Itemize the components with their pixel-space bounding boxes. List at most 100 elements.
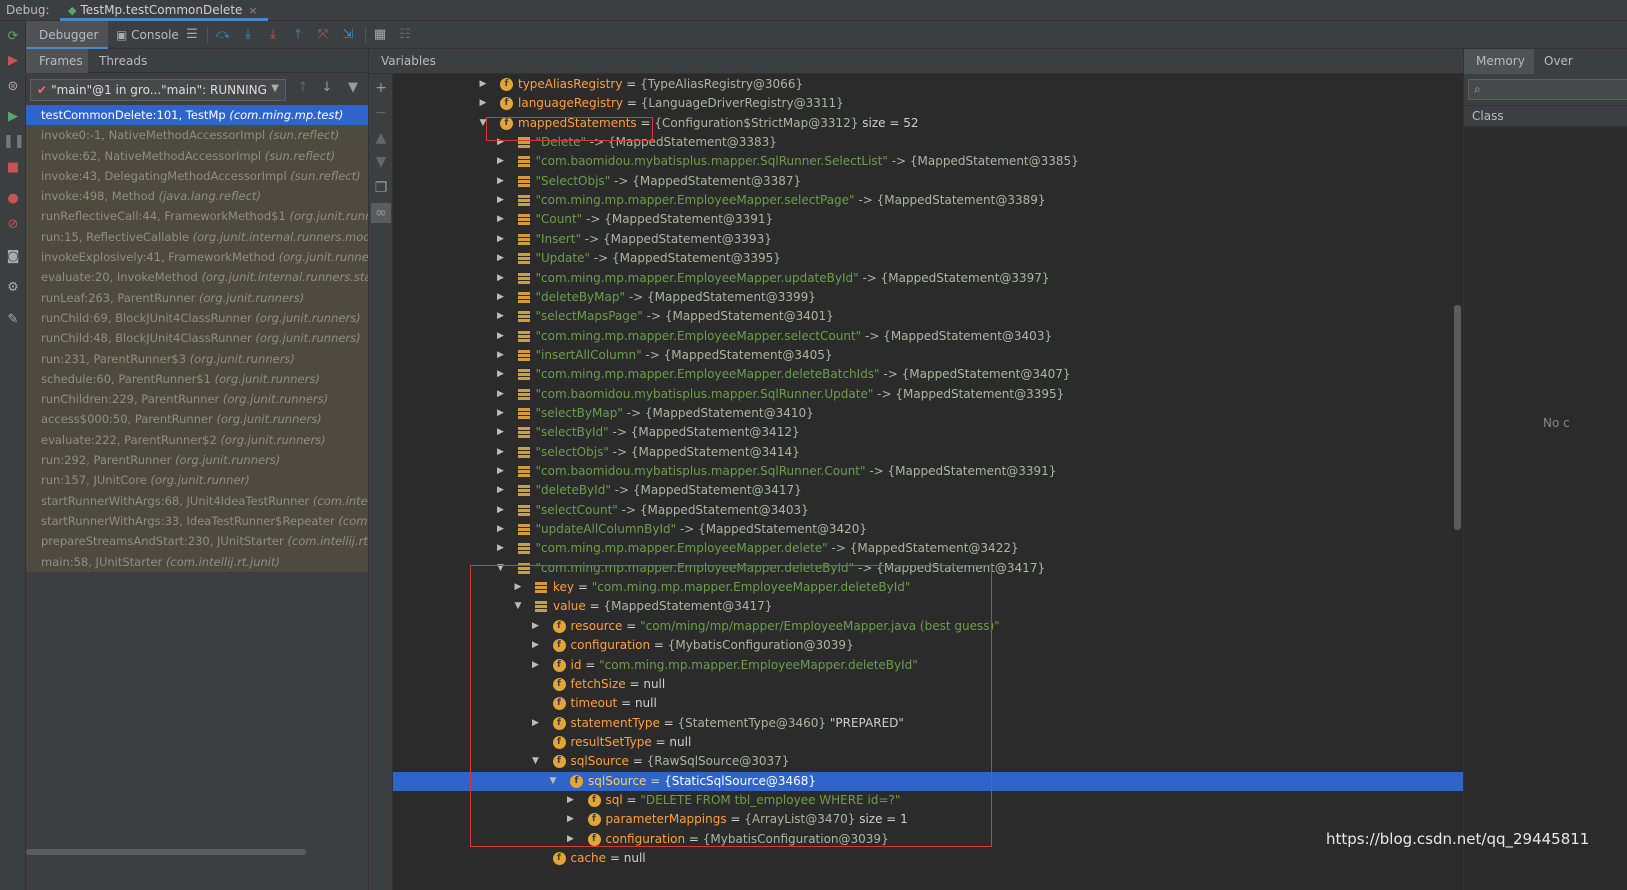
step-into-icon[interactable]: ⤓ bbox=[239, 26, 257, 44]
variable-row[interactable]: ▶ f languageRegistry = {LanguageDriverRegi… bbox=[393, 94, 1463, 113]
drop-frame-icon[interactable]: ⤧ bbox=[314, 26, 332, 44]
variable-row[interactable]: ▶ "com.baomidou.mybatisplus.mapper.SqlRun… bbox=[393, 462, 1463, 481]
arrow-up-icon[interactable]: ↑ bbox=[294, 80, 312, 100]
tab-memory[interactable]: Memory bbox=[1464, 49, 1534, 74]
close-icon[interactable]: × bbox=[248, 4, 257, 17]
run-to-cursor-icon[interactable]: ⇲ bbox=[339, 26, 357, 44]
variable-row[interactable]: ▶ "com.baomidou.mybatisplus.mapper.SqlRun… bbox=[393, 385, 1463, 404]
tab-console[interactable]: ▣ Console bbox=[112, 21, 188, 49]
variable-row[interactable]: ▶ "Update" -> {MappedStatement@3395} bbox=[393, 249, 1463, 268]
variable-row[interactable]: ▶ "deleteByMap" -> {MappedStatement@3399} bbox=[393, 288, 1463, 307]
collapsed-arrow-icon[interactable]: ▶ bbox=[496, 385, 506, 404]
collapsed-arrow-icon[interactable]: ▶ bbox=[496, 230, 506, 249]
collapsed-arrow-icon[interactable]: ▶ bbox=[496, 539, 506, 558]
stack-frame[interactable]: run:231, ParentRunner$3 (org.junit.runne… bbox=[26, 348, 368, 369]
collapsed-arrow-icon[interactable]: ▶ bbox=[496, 172, 506, 191]
stack-frame[interactable]: evaluate:20, InvokeMethod (org.junit.int… bbox=[26, 267, 368, 288]
rerun-failed-icon[interactable]: ▶ bbox=[3, 51, 23, 71]
tab-frames[interactable]: Frames bbox=[26, 49, 88, 73]
add-watch-icon[interactable]: + bbox=[371, 78, 391, 98]
variable-row[interactable]: ▶ "com.ming.mp.mapper.EmployeeMapper.sele… bbox=[393, 327, 1463, 346]
mute-breakpoints-icon[interactable]: ⊘ bbox=[3, 215, 23, 235]
stack-frame[interactable]: runChild:69, BlockJUnit4ClassRunner (org… bbox=[26, 307, 368, 329]
step-over-icon[interactable]: ⤼ bbox=[214, 26, 232, 44]
stack-frame[interactable]: schedule:60, ParentRunner$1 (org.junit.r… bbox=[26, 368, 368, 390]
settings-icon[interactable]: ⚙ bbox=[3, 278, 23, 298]
variable-row[interactable]: ▶ f typeAliasRegistry = {TypeAliasRegistry… bbox=[393, 75, 1463, 94]
variable-row[interactable]: ▶ "selectById" -> {MappedStatement@3412} bbox=[393, 423, 1463, 442]
tab-threads[interactable]: Threads bbox=[92, 49, 152, 73]
collapsed-arrow-icon[interactable]: ▶ bbox=[496, 307, 506, 326]
stack-frame[interactable]: testCommonDelete:101, TestMp (com.ming.m… bbox=[26, 105, 368, 126]
view-breakpoints-icon[interactable]: ● bbox=[3, 189, 23, 209]
variable-row[interactable]: ▶ "com.baomidou.mybatisplus.mapper.SqlRun… bbox=[393, 152, 1463, 171]
variable-row[interactable]: ▶ "selectMapsPage" -> {MappedStatement@34… bbox=[393, 307, 1463, 326]
collapsed-arrow-icon[interactable]: ▶ bbox=[496, 462, 506, 481]
tab-overhead[interactable]: Over bbox=[1538, 49, 1627, 74]
stack-frame[interactable]: invokeExplosively:41, FrameworkMethod (o… bbox=[26, 247, 368, 268]
stack-frame[interactable]: invoke:43, DelegatingMethodAccessorImpl … bbox=[26, 165, 368, 187]
stop-icon[interactable]: ■ bbox=[3, 158, 23, 178]
stack-frame[interactable]: runLeaf:263, ParentRunner (org.junit.run… bbox=[26, 287, 368, 308]
collapsed-arrow-icon[interactable]: ▶ bbox=[496, 191, 506, 210]
collapsed-arrow-icon[interactable]: ▶ bbox=[478, 94, 488, 113]
collapsed-arrow-icon[interactable]: ▶ bbox=[496, 327, 506, 346]
class-search-input[interactable]: ⌕ bbox=[1468, 79, 1627, 100]
collapsed-arrow-icon[interactable]: ▶ bbox=[496, 249, 506, 268]
collapsed-arrow-icon[interactable]: ▶ bbox=[496, 443, 506, 462]
collapsed-arrow-icon[interactable]: ▶ bbox=[496, 520, 506, 539]
stack-frame[interactable]: run:15, ReflectiveCallable (org.junit.in… bbox=[26, 226, 368, 248]
variable-row[interactable]: ▶ "selectObjs" -> {MappedStatement@3414} bbox=[393, 443, 1463, 462]
stack-frame[interactable]: evaluate:222, ParentRunner$2 (org.junit.… bbox=[26, 429, 368, 451]
trace-icon[interactable]: ☷ bbox=[396, 26, 414, 44]
tab-debugger[interactable]: Debugger bbox=[26, 21, 108, 49]
variable-row[interactable]: ▶ "com.ming.mp.mapper.EmployeeMapper.upda… bbox=[393, 269, 1463, 288]
rerun-icon[interactable]: ⟳ bbox=[3, 27, 23, 47]
force-step-into-icon[interactable]: ⤓ bbox=[264, 26, 282, 44]
variable-row[interactable]: ▶ "insertAllColumn" -> {MappedStatement@3… bbox=[393, 346, 1463, 365]
horizontal-scrollbar[interactable] bbox=[26, 849, 306, 855]
collapsed-arrow-icon[interactable]: ▶ bbox=[496, 404, 506, 423]
variable-row[interactable]: ▶ "com.ming.mp.mapper.EmployeeMapper.dele… bbox=[393, 365, 1463, 384]
camera-icon[interactable]: ◙ bbox=[3, 247, 23, 267]
stack-frame[interactable]: prepareStreamsAndStart:230, JUnitStarter… bbox=[26, 531, 368, 552]
stack-frame[interactable]: startRunnerWithArgs:33, IdeaTestRunner$R… bbox=[26, 510, 368, 532]
variable-row[interactable]: ▶ "com.ming.mp.mapper.EmployeeMapper.sele… bbox=[393, 191, 1463, 210]
collapsed-arrow-icon[interactable]: ▶ bbox=[496, 501, 506, 520]
menu-icon[interactable]: ☰ bbox=[183, 26, 201, 44]
move-up-icon[interactable]: ▲ bbox=[371, 128, 391, 148]
evaluate-expression-icon[interactable]: ▦ bbox=[371, 26, 389, 44]
stack-frame[interactable]: run:292, ParentRunner (org.junit.runners… bbox=[26, 450, 368, 471]
variable-row[interactable]: ▶ "updateAllColumnById" -> {MappedStateme… bbox=[393, 520, 1463, 539]
stack-frame[interactable]: main:58, JUnitStarter (com.intellij.rt.j… bbox=[26, 551, 368, 572]
collapsed-arrow-icon[interactable]: ▶ bbox=[478, 75, 488, 94]
collapsed-arrow-icon[interactable]: ▶ bbox=[496, 152, 506, 171]
show-watches-icon[interactable]: ∞ bbox=[371, 203, 391, 223]
variable-row[interactable]: ▶ "deleteById" -> {MappedStatement@3417} bbox=[393, 481, 1463, 500]
stack-frame[interactable]: invoke:498, Method (java.lang.reflect) bbox=[26, 186, 368, 207]
variable-row[interactable]: f cache = null bbox=[393, 849, 1463, 868]
variable-row[interactable]: ▶ "Count" -> {MappedStatement@3391} bbox=[393, 210, 1463, 229]
copy-icon[interactable]: ❐ bbox=[371, 178, 391, 198]
pause-icon[interactable]: ❚❚ bbox=[3, 132, 25, 152]
collapsed-arrow-icon[interactable]: ▶ bbox=[496, 210, 506, 229]
step-out-icon[interactable]: ⤒ bbox=[289, 26, 307, 44]
collapsed-arrow-icon[interactable]: ▶ bbox=[496, 365, 506, 384]
stack-frame[interactable]: runChildren:229, ParentRunner (org.junit… bbox=[26, 389, 368, 410]
resume-icon[interactable]: ▶ bbox=[3, 107, 23, 127]
arrow-down-icon[interactable]: ↓ bbox=[318, 80, 336, 100]
variable-row[interactable]: ▶ "Insert" -> {MappedStatement@3393} bbox=[393, 230, 1463, 249]
collapsed-arrow-icon[interactable]: ▶ bbox=[496, 423, 506, 442]
class-column-header[interactable]: Class bbox=[1464, 105, 1627, 127]
collapsed-arrow-icon[interactable]: ▶ bbox=[496, 346, 506, 365]
stack-frame[interactable]: invoke:62, NativeMethodAccessorImpl (sun… bbox=[26, 145, 368, 166]
stack-frame[interactable]: startRunnerWithArgs:68, JUnit4IdeaTestRu… bbox=[26, 490, 368, 511]
variable-row[interactable]: ▶ "com.ming.mp.mapper.EmployeeMapper.dele… bbox=[393, 539, 1463, 558]
stack-frame[interactable]: runReflectiveCall:44, FrameworkMethod$1 … bbox=[26, 206, 368, 227]
stack-frame[interactable]: runChild:48, BlockJUnit4ClassRunner (org… bbox=[26, 328, 368, 349]
variable-row[interactable]: ▶ "selectCount" -> {MappedStatement@3403} bbox=[393, 501, 1463, 520]
variable-row[interactable]: ▶ "SelectObjs" -> {MappedStatement@3387} bbox=[393, 172, 1463, 191]
variable-row[interactable]: ▶ "selectByMap" -> {MappedStatement@3410} bbox=[393, 404, 1463, 423]
collapsed-arrow-icon[interactable]: ▶ bbox=[496, 288, 506, 307]
collapsed-arrow-icon[interactable]: ▶ bbox=[496, 269, 506, 288]
